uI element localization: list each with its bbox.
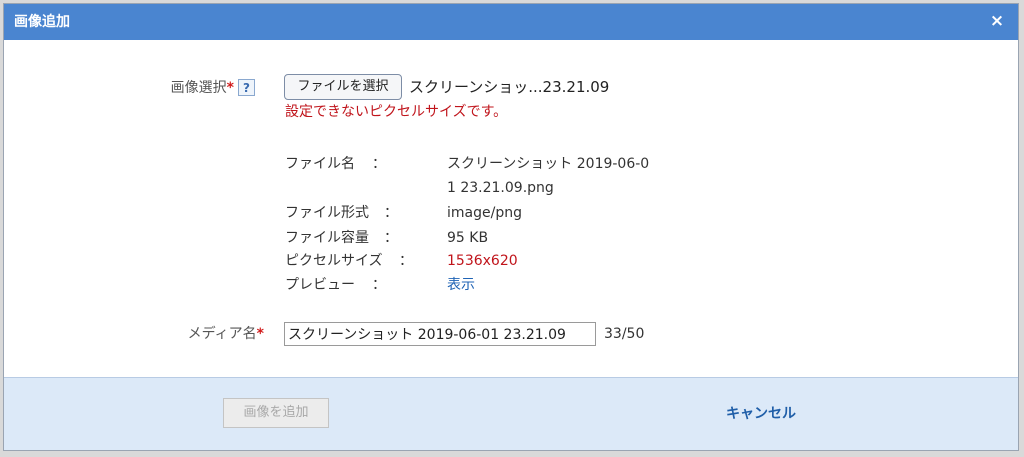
add-image-dialog: 画像追加 × 画像選択* ? ファイルを選択 スクリーンショッ...23.21.… <box>3 3 1019 451</box>
dialog-title: 画像追加 <box>14 14 70 30</box>
required-mark: * <box>226 80 234 96</box>
file-format-colon: ： <box>384 205 398 221</box>
chosen-file-name: スクリーンショッ...23.21.09 <box>409 78 610 96</box>
file-name-label: ファイル名 <box>285 156 355 172</box>
image-select-label: 画像選択 <box>170 80 227 96</box>
file-name-value-line1: スクリーンショット 2019-06-0 <box>447 156 650 172</box>
file-format-value: image/png <box>447 205 522 221</box>
cancel-button[interactable]: キャンセル <box>719 405 803 423</box>
media-name-label-row: メディア名* <box>154 325 264 343</box>
media-name-label: メディア名 <box>187 326 257 342</box>
file-size-value: 95 KB <box>447 230 489 246</box>
preview-label: プレビュー <box>285 277 355 293</box>
file-name-value-line2: 1 23.21.09.png <box>447 180 554 196</box>
pixel-size-colon: ： <box>399 253 413 269</box>
add-image-button[interactable]: 画像を追加 <box>223 398 329 428</box>
choose-file-button[interactable]: ファイルを選択 <box>284 74 402 100</box>
preview-colon: ： <box>372 277 386 293</box>
close-icon[interactable]: × <box>988 11 1006 31</box>
file-size-colon: ： <box>384 230 398 246</box>
pixel-size-value: 1536x620 <box>447 253 518 269</box>
dialog-footer: 画像を追加 キャンセル <box>4 377 1018 450</box>
media-name-input[interactable] <box>284 322 596 346</box>
image-select-label-row: 画像選択* <box>154 79 234 97</box>
required-mark: * <box>256 326 264 342</box>
file-size-label: ファイル容量 <box>285 230 369 246</box>
pixel-size-label: ピクセルサイズ <box>285 253 383 269</box>
file-name-colon: ： <box>372 156 386 172</box>
help-icon[interactable]: ? <box>238 79 255 96</box>
dialog-titlebar: 画像追加 × <box>4 4 1018 40</box>
pixel-size-error: 設定できないピクセルサイズです。 <box>285 104 508 120</box>
char-counter: 33/50 <box>604 326 645 342</box>
preview-link[interactable]: 表示 <box>447 276 475 294</box>
file-format-label: ファイル形式 <box>285 205 369 221</box>
